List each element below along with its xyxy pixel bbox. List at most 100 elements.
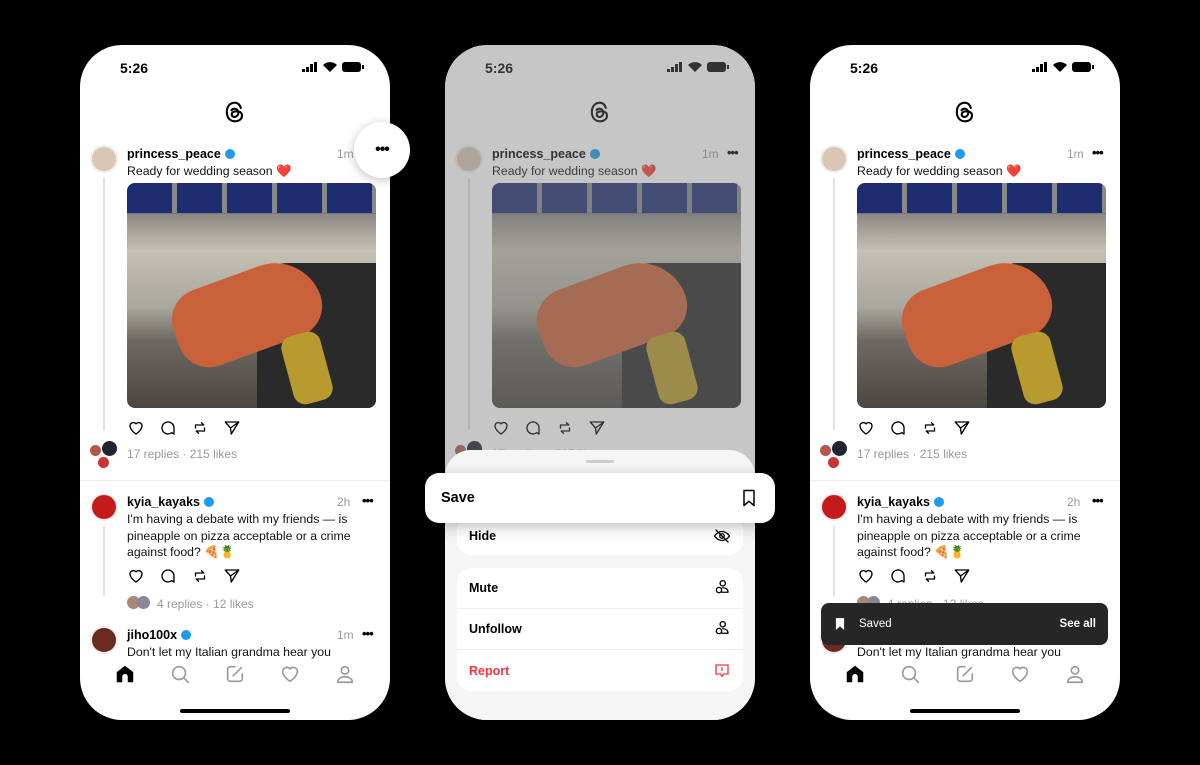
username-row[interactable]: kyia_kayaks [857,495,944,509]
username-row[interactable]: princess_peace [857,147,965,161]
wifi-icon [1053,62,1067,72]
repost-icon[interactable] [921,419,939,437]
like-icon[interactable] [127,567,145,585]
thread-line [833,526,835,596]
post-image[interactable] [127,183,376,408]
post-time: 1m [1067,147,1084,161]
search-icon[interactable] [899,663,921,685]
username-row[interactable]: princess_peace [127,147,235,161]
search-icon[interactable] [169,663,191,685]
reply-icon[interactable] [159,567,177,585]
more-options-button[interactable]: ••• [1092,145,1104,160]
post-time: 2h [337,495,351,509]
reply-icon[interactable] [889,419,907,437]
post-stats[interactable]: 4 replies · 12 likes [157,597,254,611]
verified-badge-icon [204,497,214,507]
profile-icon[interactable] [334,663,356,685]
reply-avatars [818,441,848,471]
share-icon[interactable] [953,419,971,437]
compose-icon[interactable] [954,663,976,685]
more-options-button[interactable]: ••• [362,493,374,508]
home-icon[interactable] [114,663,136,685]
battery-icon [1072,62,1094,72]
more-options-button[interactable]: ••• [1092,493,1104,508]
compose-icon[interactable] [224,663,246,685]
reply-icon[interactable] [159,419,177,437]
post-actions [127,419,241,437]
unfollow-icon [713,619,731,640]
reply-avatars [127,596,153,609]
repost-icon[interactable] [921,567,939,585]
post-actions [857,419,971,437]
threads-logo-icon[interactable] [951,98,979,126]
post-text: I'm having a debate with my friends — is… [127,512,351,559]
avatar[interactable] [90,493,118,521]
signal-icon [1032,62,1047,72]
bookmark-filled-icon [835,618,845,630]
post-stats[interactable]: 17 replies · 215 likes [127,447,237,461]
threads-logo-icon[interactable] [221,98,249,126]
username-row[interactable]: jiho100x [127,628,192,642]
post-time: 2h [1067,495,1081,509]
username[interactable]: kyia_kayaks [857,495,930,509]
hide-icon [713,528,731,543]
repost-icon[interactable] [191,567,209,585]
verified-badge-icon [181,630,192,640]
post-actions [127,567,241,585]
share-icon[interactable] [223,419,241,437]
mute-icon [713,578,731,599]
status-time: 5:26 [850,60,879,76]
post-image[interactable] [857,183,1106,408]
like-icon[interactable] [127,419,145,437]
username[interactable]: kyia_kayaks [127,495,200,509]
see-all-button[interactable]: See all [1060,618,1096,630]
phone-menu: 5:26 princess_peace 1m ••• Ready for wed… [445,45,755,720]
username[interactable]: princess_peace [127,147,221,161]
saved-toast: Saved See all [821,603,1108,645]
more-options-button[interactable]: ••• [362,626,374,641]
menu-group-2: Mute Unfollow Report [457,568,743,691]
username-row[interactable]: kyia_kayaks [127,495,214,509]
post-text: Don't let my Italian grandma hear you [127,645,331,659]
verified-badge-icon [934,497,944,507]
repost-icon[interactable] [191,419,209,437]
menu-item-mute[interactable]: Mute [457,568,743,609]
avatar[interactable] [90,626,118,654]
like-icon[interactable] [857,567,875,585]
menu-item-report[interactable]: Report [457,650,743,691]
share-icon[interactable] [223,567,241,585]
status-time: 5:26 [120,60,149,76]
menu-item-unfollow[interactable]: Unfollow [457,609,743,650]
post-time: 1m [337,147,354,161]
like-icon[interactable] [857,419,875,437]
more-options-button-highlight[interactable]: ••• [354,122,410,178]
home-indicator [180,709,290,713]
signal-icon [302,62,317,72]
bottom-nav [810,663,1120,685]
battery-icon [342,62,364,72]
reply-icon[interactable] [889,567,907,585]
avatar[interactable] [90,145,118,173]
toast-label: Saved [859,618,892,630]
status-icons [1032,62,1094,72]
username[interactable]: princess_peace [857,147,951,161]
heart-icon[interactable] [1009,663,1031,685]
profile-icon[interactable] [1064,663,1086,685]
divider [80,480,390,481]
bottom-nav [80,663,390,685]
post-text: I'm having a debate with my friends — is… [857,512,1081,559]
post-stats[interactable]: 17 replies · 215 likes [857,447,967,461]
thread-line [833,178,835,430]
post-actions [857,567,971,585]
heart-icon[interactable] [279,663,301,685]
avatar[interactable] [820,493,848,521]
wifi-icon [323,62,337,72]
share-icon[interactable] [953,567,971,585]
sheet-handle[interactable] [586,460,614,463]
menu-item-save[interactable]: Save [425,473,775,523]
avatar[interactable] [820,145,848,173]
username[interactable]: jiho100x [127,628,177,642]
status-icons [302,62,364,72]
thread-line [103,178,105,430]
home-icon[interactable] [844,663,866,685]
